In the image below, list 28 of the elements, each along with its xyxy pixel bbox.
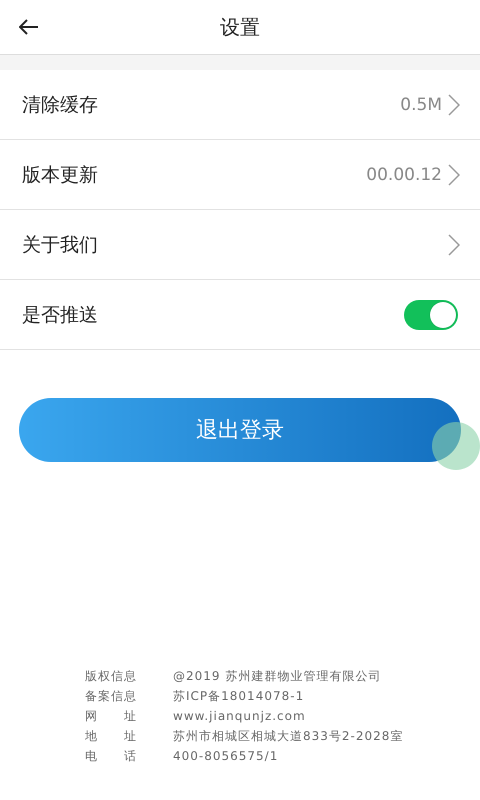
info-value: 400-8056575/1 — [173, 748, 280, 764]
row-label: 版本更新 — [22, 162, 99, 188]
info-label: 地 址 — [85, 728, 138, 744]
info-value: 苏州市相城区相城大道833号2-2028室 — [173, 728, 404, 744]
row-label: 是否推送 — [22, 302, 99, 328]
chevron-right-icon — [448, 164, 460, 186]
info-value: www.jianqunjz.com — [173, 708, 307, 724]
info-label: 网 址 — [85, 708, 138, 724]
row-value: 00.00.12 — [366, 164, 442, 184]
chevron-right-icon — [448, 94, 460, 116]
floating-ball-icon[interactable] — [432, 422, 480, 470]
info-label: 版权信息 — [85, 668, 138, 684]
back-arrow-icon — [19, 19, 39, 35]
settings-row[interactable]: 版本更新 00.00.12 — [0, 140, 480, 210]
info-value: 苏ICP备18014078-1 — [173, 688, 306, 704]
row-value: 0.5M — [400, 94, 442, 114]
info-label: 备案信息 — [85, 688, 138, 704]
row-label: 清除缓存 — [22, 92, 99, 118]
settings-row[interactable]: 关于我们 — [0, 210, 480, 280]
row-label: 关于我们 — [22, 232, 99, 258]
chevron-right-icon — [448, 234, 460, 256]
info-value: @2019 苏州建群物业管理有限公司 — [173, 668, 382, 684]
page-title: 设置 — [220, 14, 260, 40]
logout-button[interactable]: 退出登录 — [19, 398, 461, 462]
info-label: 电 话 — [85, 748, 138, 764]
settings-row[interactable]: 清除缓存 0.5M — [0, 70, 480, 140]
push-toggle[interactable] — [404, 300, 458, 330]
settings-row[interactable]: 是否推送 — [0, 280, 480, 350]
